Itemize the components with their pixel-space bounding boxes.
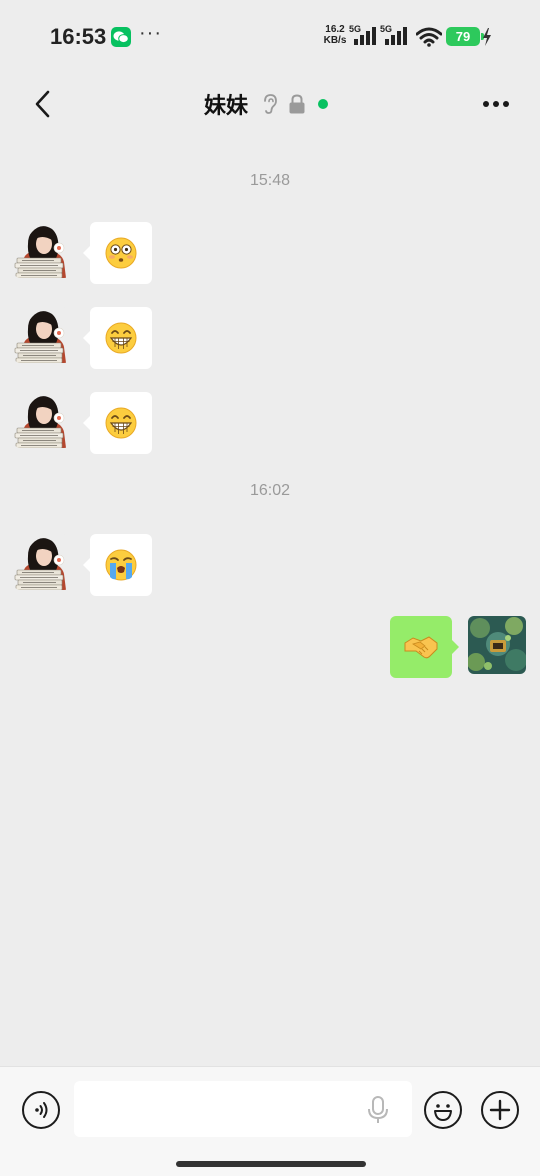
contact-avatar[interactable]	[14, 307, 70, 363]
online-status-dot	[318, 99, 329, 109]
crying-face-emoji	[105, 549, 137, 581]
status-time: 16:53	[50, 24, 107, 49]
message-row	[0, 616, 540, 680]
contact-avatar[interactable]	[14, 534, 70, 590]
chat-header: 妹妹	[0, 76, 540, 132]
status-more-dots: ···	[139, 22, 162, 44]
charging-bolt-icon	[483, 28, 491, 46]
mic-icon[interactable]	[366, 1095, 390, 1125]
sim1-network-tag: 5G	[349, 24, 362, 34]
net-speed: 16.2 KB/s	[321, 24, 349, 46]
message-bubble[interactable]	[390, 616, 459, 678]
wechat-icon	[111, 27, 131, 47]
chat-title: 妹妹	[204, 94, 249, 119]
handshake-emoji	[404, 636, 438, 659]
message-row	[0, 390, 540, 454]
net-speed-value: 16.2	[325, 24, 345, 35]
grinning-face-emoji	[105, 322, 137, 354]
flushed-face-emoji	[105, 237, 137, 269]
message-bubble[interactable]	[83, 222, 152, 284]
back-icon[interactable]	[30, 88, 58, 120]
sim2-network-tag: 5G	[380, 24, 393, 34]
signal-icon: 5G	[380, 24, 409, 51]
signal-icon: 5G	[349, 24, 378, 51]
plus-icon	[489, 1099, 511, 1121]
timestamp: 15:48	[249, 172, 291, 189]
message-list[interactable]: 15:48 16:02	[0, 140, 540, 1060]
message-row	[0, 220, 540, 284]
status-bar: 16:53 ··· 16.2 KB/s 5G 5G 79	[0, 0, 540, 72]
input-bar	[0, 1066, 540, 1176]
message-row	[0, 532, 540, 596]
battery-level: 79	[455, 29, 471, 44]
message-bubble[interactable]	[83, 534, 152, 596]
battery-icon: 79	[446, 27, 484, 46]
wifi-icon	[416, 27, 442, 47]
ear-icon	[264, 94, 277, 114]
message-bubble[interactable]	[83, 392, 152, 454]
more-functions-button[interactable]	[481, 1091, 519, 1129]
voice-mode-icon	[35, 1102, 48, 1118]
message-input[interactable]	[74, 1081, 412, 1137]
more-icon[interactable]	[480, 96, 512, 112]
contact-avatar[interactable]	[14, 392, 70, 448]
timestamp: 16:02	[249, 482, 291, 499]
grinning-face-emoji	[105, 407, 137, 439]
net-speed-unit: KB/s	[323, 35, 347, 46]
message-row	[0, 305, 540, 369]
emoji-button[interactable]	[424, 1091, 462, 1129]
emoji-icon	[434, 1104, 452, 1121]
chat-title-group: 妹妹	[204, 88, 329, 120]
lock-icon	[289, 94, 305, 114]
home-indicator[interactable]	[176, 1161, 366, 1167]
contact-avatar[interactable]	[14, 222, 70, 278]
message-bubble[interactable]	[83, 307, 152, 369]
voice-mode-button[interactable]	[22, 1091, 60, 1129]
my-avatar[interactable]	[468, 616, 526, 674]
